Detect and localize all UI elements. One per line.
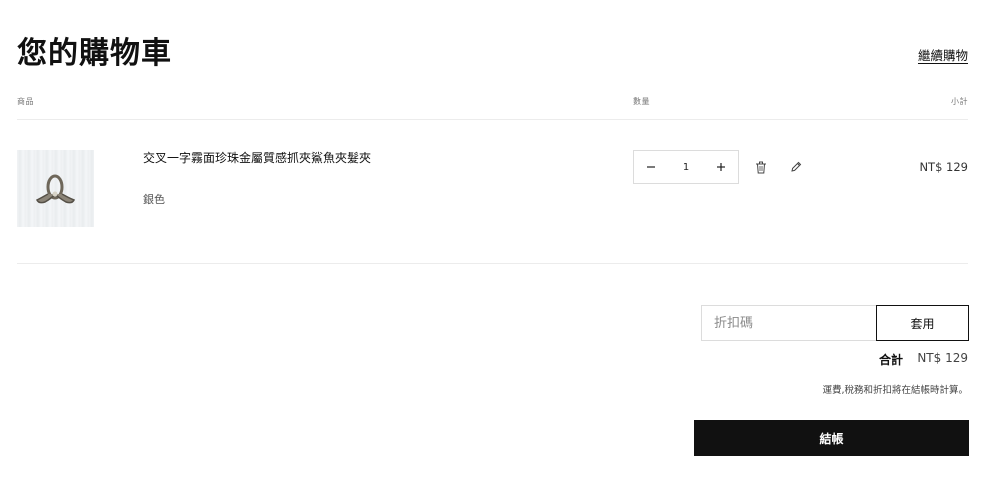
product-name[interactable]: 交叉一字霧面珍珠金屬質感抓夾鯊魚夾髮夾	[143, 150, 378, 167]
product-thumbnail[interactable]	[17, 150, 94, 227]
quantity-value[interactable]: 1	[683, 162, 689, 173]
hair-claw-clip-image	[35, 174, 76, 204]
checkout-button[interactable]: 結帳	[694, 420, 969, 456]
quantity-increase-button[interactable]	[704, 151, 738, 183]
total-label: 合計	[879, 353, 904, 367]
header-divider	[17, 119, 968, 120]
remove-item-button[interactable]	[753, 159, 769, 175]
apply-discount-button[interactable]: 套用	[876, 305, 969, 341]
trash-icon	[756, 161, 766, 173]
column-header-product: 商品	[17, 97, 34, 106]
edit-item-button[interactable]	[788, 159, 804, 175]
checkout-note: 運費,稅務和折扣將在結帳時計算。	[822, 385, 968, 396]
cart-page: 您的購物車 繼續購物 商品 數量 小計 交叉一字霧面珍珠金屬質感抓夾鯊魚夾髮夾 …	[0, 0, 1000, 485]
product-variant: 銀色	[143, 193, 165, 206]
quantity-stepper: 1	[633, 150, 739, 184]
discount-code-input[interactable]	[701, 305, 877, 341]
continue-shopping-link[interactable]: 繼續購物	[918, 45, 968, 64]
column-header-quantity: 數量	[633, 97, 650, 106]
total-value: NT$ 129	[917, 351, 968, 365]
minus-icon	[647, 166, 655, 168]
quantity-decrease-button[interactable]	[634, 151, 668, 183]
items-divider	[17, 263, 968, 264]
plus-icon	[717, 163, 725, 171]
column-header-subtotal: 小計	[951, 97, 968, 106]
page-title: 您的購物車	[17, 36, 172, 71]
pencil-icon	[791, 161, 802, 172]
line-item-price: NT$ 129	[919, 160, 968, 174]
